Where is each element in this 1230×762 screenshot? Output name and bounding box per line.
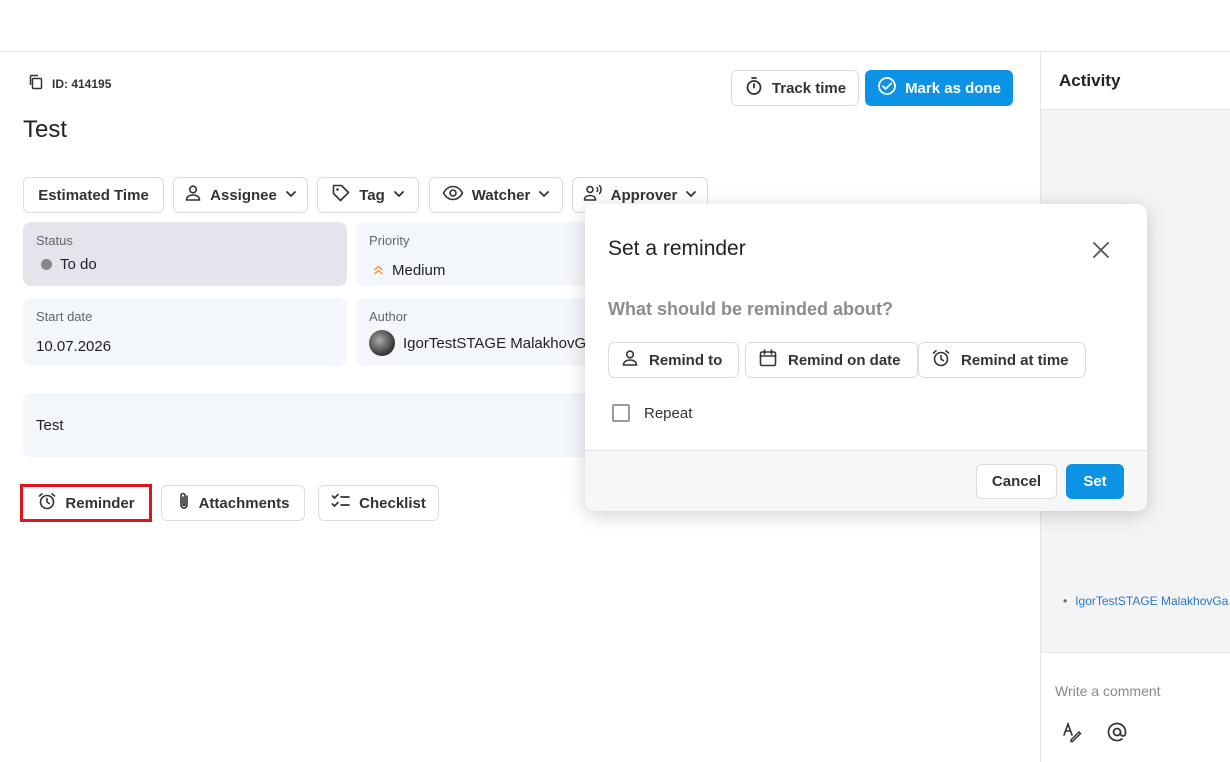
activity-title: Activity	[1041, 52, 1230, 110]
comment-input[interactable]: Write a comment	[1055, 683, 1161, 699]
alarm-clock-icon	[37, 491, 57, 515]
top-bar	[0, 0, 1230, 52]
remind-to-button[interactable]: Remind to	[608, 342, 740, 378]
checklist-button[interactable]: Checklist	[318, 485, 439, 521]
check-circle-icon	[877, 76, 897, 100]
remind-to-label: Remind to	[649, 351, 723, 369]
mark-as-done-label: Mark as done	[905, 79, 1001, 97]
track-time-button[interactable]: Track time	[731, 70, 859, 106]
set-button[interactable]: Set	[1066, 464, 1124, 499]
eye-icon	[442, 185, 464, 205]
chevron-down-icon	[685, 187, 697, 204]
watcher-label: Watcher	[471, 186, 531, 204]
remind-at-time-label: Remind at time	[961, 351, 1069, 369]
checklist-label: Checklist	[359, 494, 426, 512]
task-title[interactable]: Test	[23, 116, 67, 144]
stopwatch-icon	[744, 76, 764, 100]
avatar	[369, 330, 395, 356]
set-reminder-dialog: Set a reminder What should be reminded a…	[585, 204, 1147, 511]
repeat-checkbox[interactable]	[612, 404, 630, 422]
reminder-button[interactable]: Reminder	[24, 487, 148, 519]
status-value: To do	[41, 256, 97, 273]
tag-label: Tag	[359, 186, 385, 204]
author-name: IgorTestSTAGE MalakhovGa	[403, 334, 595, 352]
status-dot	[41, 259, 52, 270]
remind-at-time-button[interactable]: Remind at time	[918, 342, 1086, 378]
copy-icon[interactable]	[28, 74, 44, 93]
activity-entry-text: IgorTestSTAGE MalakhovGa	[1075, 594, 1229, 608]
chevron-down-icon	[393, 187, 405, 204]
priority-text: Medium	[392, 262, 446, 279]
chevron-down-icon	[285, 187, 297, 204]
reminder-label: Reminder	[65, 494, 135, 512]
estimated-time-button[interactable]: Estimated Time	[23, 177, 164, 213]
priority-value: Medium	[373, 262, 445, 279]
task-id: ID: 414195	[28, 74, 111, 93]
person-voice-icon	[583, 184, 603, 206]
tag-button[interactable]: Tag	[317, 177, 419, 213]
start-date-field[interactable]: Start date 10.07.2026	[23, 298, 347, 366]
person-icon	[184, 184, 202, 206]
dialog-title: Set a reminder	[608, 237, 746, 260]
status-text: To do	[60, 256, 97, 273]
tag-icon	[331, 183, 351, 207]
start-date-value: 10.07.2026	[36, 338, 112, 355]
remind-on-date-button[interactable]: Remind on date	[745, 342, 918, 378]
paperclip-icon	[177, 491, 191, 515]
repeat-label: Repeat	[644, 404, 693, 422]
remind-on-date-label: Remind on date	[788, 351, 901, 369]
author-value: IgorTestSTAGE MalakhovGa	[369, 330, 594, 356]
person-icon	[621, 349, 639, 371]
activity-entry[interactable]: • IgorTestSTAGE MalakhovGa	[1063, 594, 1228, 608]
chevron-down-icon	[538, 187, 550, 204]
reminder-text-input[interactable]: What should be reminded about?	[608, 299, 893, 320]
estimated-time-label: Estimated Time	[38, 186, 149, 204]
assignee-button[interactable]: Assignee	[173, 177, 308, 213]
status-field[interactable]: Status To do	[23, 222, 347, 286]
repeat-option[interactable]: Repeat	[612, 404, 692, 422]
priority-label: Priority	[369, 233, 410, 248]
status-label: Status	[36, 233, 73, 248]
author-label: Author	[369, 309, 408, 324]
priority-field[interactable]: Priority Medium	[356, 222, 596, 286]
bullet-icon: •	[1063, 594, 1068, 608]
track-time-label: Track time	[771, 79, 847, 97]
dialog-footer: Cancel Set	[585, 450, 1147, 511]
cancel-button[interactable]: Cancel	[976, 464, 1057, 499]
attachments-label: Attachments	[198, 494, 290, 512]
alarm-clock-icon	[931, 348, 951, 372]
close-icon[interactable]	[1090, 239, 1112, 261]
description-text: Test	[36, 417, 64, 434]
author-field[interactable]: Author IgorTestSTAGE MalakhovGa	[356, 298, 596, 366]
assignee-label: Assignee	[210, 186, 277, 204]
double-chevron-up-icon	[373, 262, 384, 279]
mention-icon[interactable]	[1106, 721, 1128, 743]
text-format-icon[interactable]	[1061, 721, 1083, 743]
checklist-icon	[331, 492, 351, 514]
mark-as-done-button[interactable]: Mark as done	[865, 70, 1013, 106]
watcher-button[interactable]: Watcher	[429, 177, 563, 213]
description-field[interactable]: Test	[23, 393, 603, 457]
calendar-icon	[758, 348, 778, 372]
approver-label: Approver	[610, 186, 678, 204]
task-id-label: ID: 414195	[52, 76, 112, 91]
comment-box[interactable]: Write a comment	[1041, 652, 1230, 762]
start-date-label: Start date	[36, 309, 93, 324]
attachments-button[interactable]: Attachments	[161, 485, 305, 521]
